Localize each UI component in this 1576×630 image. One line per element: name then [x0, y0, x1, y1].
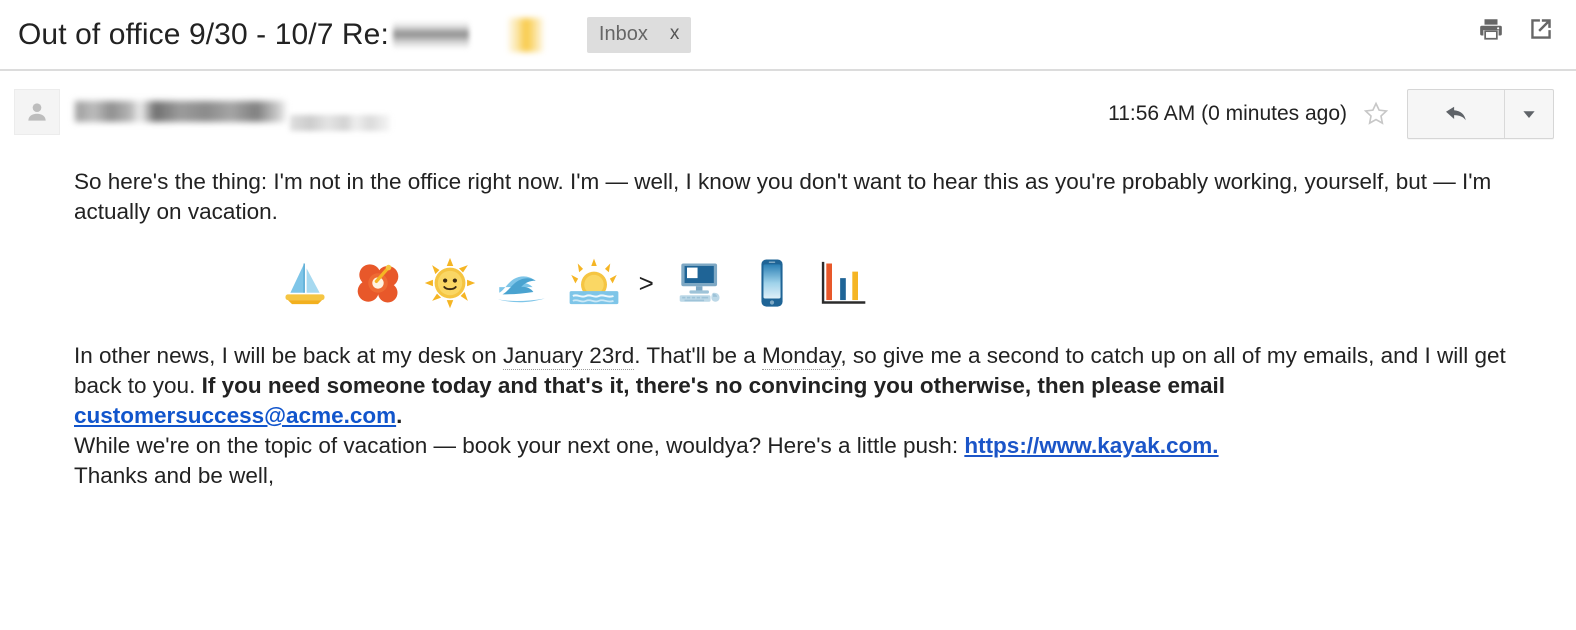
- body-paragraph-4: Thanks and be well,: [74, 463, 275, 488]
- emoji-separator-greater-than: >: [638, 268, 654, 298]
- more-options-button[interactable]: [1504, 90, 1553, 138]
- bar-chart-emoji: [819, 261, 871, 304]
- sender-info[interactable]: [75, 91, 391, 131]
- message-actions: 11:56 AM (0 minutes ago): [1108, 89, 1554, 139]
- chevron-down-icon: [1523, 111, 1535, 118]
- header-action-icons: [1478, 16, 1554, 42]
- redacted-recipient-line: [290, 115, 391, 131]
- p2-bold-a: If you need someone today and that's it,…: [201, 373, 1225, 398]
- body-paragraph-3: While we're on the topic of vacation — b…: [74, 431, 1556, 461]
- message-timestamp: 11:56 AM (0 minutes ago): [1108, 102, 1347, 125]
- smart-date-january-23rd[interactable]: January 23rd: [502, 343, 635, 370]
- smart-date-monday[interactable]: Monday: [762, 343, 841, 370]
- reply-button[interactable]: [1408, 90, 1504, 138]
- reply-arrow-icon: [1446, 106, 1466, 121]
- body-paragraph-2: In other news, I will be back at my desk…: [74, 341, 1556, 431]
- sailboat-emoji: [279, 263, 337, 305]
- person-icon: [28, 103, 46, 121]
- redacted-subject-block: [392, 21, 469, 48]
- email-message: 11:56 AM (0 minutes ago) So here's the t…: [0, 71, 1576, 491]
- label-chip-name: Inbox: [598, 22, 648, 45]
- web-link-kayak[interactable]: https://www.kayak.com.: [964, 433, 1218, 458]
- message-body: So here's the thing: I'm not in the offi…: [0, 167, 1576, 491]
- p2-text-b: . That'll be a: [634, 343, 763, 368]
- mobile-phone-emoji: [746, 259, 804, 307]
- sun-with-face-emoji: [424, 257, 482, 309]
- water-wave-emoji: [496, 269, 554, 303]
- redacted-yellow-label-block: [508, 17, 543, 52]
- p2-bold-b: .: [396, 403, 403, 428]
- redacted-sender-name: [75, 100, 286, 122]
- message-header-row: 11:56 AM (0 minutes ago): [0, 71, 1576, 167]
- email-link-customersuccess[interactable]: customersuccess@acme.com: [74, 403, 396, 428]
- label-chip-remove-button[interactable]: x: [670, 24, 680, 43]
- page-title: Out of office 9/30 - 10/7 Re:: [18, 17, 389, 51]
- star-outline-icon[interactable]: [1361, 99, 1391, 129]
- emoji-illustration-row: >: [74, 257, 1556, 309]
- sunrise-over-water-emoji: [568, 258, 626, 305]
- print-icon[interactable]: [1478, 16, 1504, 42]
- reply-button-group: [1407, 89, 1554, 139]
- hibiscus-emoji: [352, 264, 410, 303]
- p2-text-a: In other news, I will be back at my desk…: [74, 343, 503, 368]
- avatar[interactable]: [14, 89, 60, 135]
- subject-header-bar: Out of office 9/30 - 10/7 Re: Inbox x: [0, 0, 1576, 71]
- open-in-new-window-icon[interactable]: [1528, 16, 1554, 42]
- p3-text-a: While we're on the topic of vacation — b…: [74, 433, 965, 458]
- body-paragraph-1: So here's the thing: I'm not in the offi…: [74, 169, 1492, 224]
- desktop-computer-emoji: [674, 263, 732, 302]
- label-chip-inbox[interactable]: Inbox x: [586, 16, 692, 53]
